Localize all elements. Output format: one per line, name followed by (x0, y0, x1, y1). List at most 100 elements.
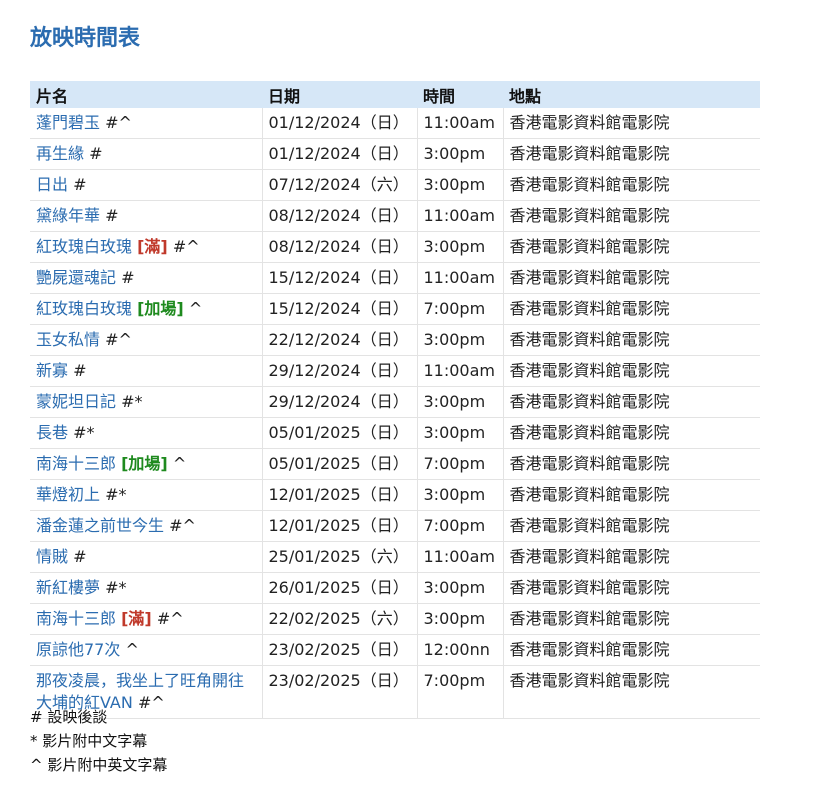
film-title-link[interactable]: 新寡 (36, 361, 68, 380)
cell-date: 12/01/2025（日） (261, 510, 417, 542)
cell-time: 3:00pm (416, 417, 503, 449)
table-row: 紅玫瑰白玫瑰 [加場] ^ 15/12/2024（日） 7:00pm 香港電影資料館電… (30, 293, 760, 325)
cell-time: 3:00pm (416, 138, 503, 170)
film-title-link[interactable]: 長巷 (36, 423, 68, 442)
cell-venue: 香港電影資料館電影院 (502, 293, 760, 325)
cell-film: 長巷 #* (30, 417, 262, 449)
cell-venue: 香港電影資料館電影院 (502, 603, 760, 635)
cell-date: 23/02/2025（日） (261, 634, 417, 666)
legend-notes: # 設映後談 * 影片附中文字幕 ^ 影片附中英文字幕 (30, 705, 167, 777)
cell-date: 22/12/2024（日） (261, 324, 417, 356)
film-title-link[interactable]: 南海十三郎 (36, 609, 116, 628)
cell-venue: 香港電影資料館電影院 (502, 262, 760, 294)
cell-date: 08/12/2024（日） (261, 200, 417, 232)
table-row: 再生緣 #01/12/2024（日） 3:00pm 香港電影資料館電影院 (30, 138, 760, 170)
cell-time: 11:00am (416, 262, 503, 294)
film-title-link[interactable]: 蒙妮坦日記 (36, 392, 116, 411)
cell-venue: 香港電影資料館電影院 (502, 324, 760, 356)
screening-symbols: #^ (105, 330, 132, 349)
cell-date: 01/12/2024（日） (261, 138, 417, 170)
cell-film: 紅玫瑰白玫瑰 [加場] ^ (30, 293, 262, 325)
cell-time: 3:00pm (416, 479, 503, 511)
screening-symbols: #* (121, 392, 143, 411)
cell-time: 3:00pm (416, 324, 503, 356)
cell-date: 01/12/2024（日） (261, 108, 417, 139)
cell-film: 蒙妮坦日記 #* (30, 386, 262, 418)
header-venue: 地點 (503, 81, 760, 108)
screening-symbols: #* (105, 485, 127, 504)
table-row: 黛綠年華 #08/12/2024（日） 11:00am 香港電影資料館電影院 (30, 200, 760, 232)
screening-symbols: # (105, 206, 119, 225)
table-row: 新紅樓夢 #* 26/01/2025（日） 3:00pm 香港電影資料館電影院 (30, 572, 760, 604)
sold-out-badge: [滿] (121, 609, 152, 628)
film-title-link[interactable]: 潘金蓮之前世今生 (36, 516, 164, 535)
film-title-link[interactable]: 再生緣 (36, 144, 84, 163)
film-title-link[interactable]: 華燈初上 (36, 485, 100, 504)
cell-film: 原諒他77次 ^ (30, 634, 262, 666)
film-title-link[interactable]: 南海十三郎 (36, 454, 116, 473)
cell-film: 南海十三郎 [滿] #^ (30, 603, 262, 635)
film-title-link[interactable]: 情賊 (36, 547, 68, 566)
cell-time: 3:00pm (416, 603, 503, 635)
screening-symbols: # (89, 144, 103, 163)
cell-time: 11:00am (416, 355, 503, 387)
table-row: 艷屍還魂記 #15/12/2024（日） 11:00am 香港電影資料館電影院 (30, 262, 760, 294)
cell-venue: 香港電影資料館電影院 (502, 200, 760, 232)
cell-date: 05/01/2025（日） (261, 417, 417, 449)
cell-film: 華燈初上 #* (30, 479, 262, 511)
cell-venue: 香港電影資料館電影院 (502, 448, 760, 480)
film-title-link[interactable]: 蓬門碧玉 (36, 113, 100, 132)
cell-film: 新寡 # (30, 355, 262, 387)
cell-time: 12:00nn (416, 634, 503, 666)
cell-date: 05/01/2025（日） (261, 448, 417, 480)
extra-screening-badge: [加場] (137, 299, 184, 318)
header-time: 時間 (417, 81, 503, 108)
note-chinese-subtitles: * 影片附中文字幕 (30, 732, 148, 750)
cell-venue: 香港電影資料館電影院 (502, 634, 760, 666)
table-row: 華燈初上 #* 12/01/2025（日） 3:00pm 香港電影資料館電影院 (30, 479, 760, 511)
cell-film: 蓬門碧玉 #^ (30, 108, 262, 139)
table-row: 蒙妮坦日記 #* 29/12/2024（日） 3:00pm 香港電影資料館電影院 (30, 386, 760, 418)
cell-time: 7:00pm (416, 293, 503, 325)
table-row: 紅玫瑰白玫瑰 [滿] #^ 08/12/2024（日） 3:00pm 香港電影資料館電… (30, 231, 760, 263)
cell-venue: 香港電影資料館電影院 (502, 386, 760, 418)
screening-symbols: ^ (172, 454, 187, 473)
film-title-link[interactable]: 原諒他77次 (36, 640, 120, 659)
screening-symbols: #* (105, 578, 127, 597)
cell-time: 3:00pm (416, 231, 503, 263)
film-title-link[interactable]: 黛綠年華 (36, 206, 100, 225)
screening-symbols: #* (73, 423, 95, 442)
cell-film: 潘金蓮之前世今生 #^ (30, 510, 262, 542)
cell-time: 11:00am (416, 108, 503, 139)
cell-film: 新紅樓夢 #* (30, 572, 262, 604)
film-title-link[interactable]: 新紅樓夢 (36, 578, 100, 597)
screening-schedule-table: 片名 日期 時間 地點 蓬門碧玉 #^ 01/12/2024（日） 11:00am 香… (30, 81, 760, 719)
cell-film: 黛綠年華 # (30, 200, 262, 232)
film-title-link[interactable]: 紅玫瑰白玫瑰 (36, 237, 132, 256)
cell-venue: 香港電影資料館電影院 (502, 169, 760, 201)
cell-date: 23/02/2025（日） (261, 665, 417, 719)
table-row: 情賊 #25/01/2025（六） 11:00am 香港電影資料館電影院 (30, 541, 760, 573)
cell-time: 3:00pm (416, 572, 503, 604)
table-row: 南海十三郎 [加場] ^ 05/01/2025（日） 7:00pm 香港電影資料館電影… (30, 448, 760, 480)
cell-time: 3:00pm (416, 169, 503, 201)
screening-symbols: # (73, 175, 87, 194)
cell-date: 25/01/2025（六） (261, 541, 417, 573)
film-title-link[interactable]: 日出 (36, 175, 68, 194)
film-title-link[interactable]: 艷屍還魂記 (36, 268, 116, 287)
film-title-link[interactable]: 玉女私情 (36, 330, 100, 349)
cell-time: 3:00pm (416, 386, 503, 418)
cell-time: 7:00pm (416, 665, 503, 719)
film-title-link[interactable]: 紅玫瑰白玫瑰 (36, 299, 132, 318)
cell-date: 15/12/2024（日） (261, 293, 417, 325)
cell-venue: 香港電影資料館電影院 (502, 231, 760, 263)
cell-time: 7:00pm (416, 510, 503, 542)
screening-symbols: ^ (188, 299, 203, 318)
note-bilingual-subtitles: ^ 影片附中英文字幕 (30, 756, 168, 774)
table-row: 潘金蓮之前世今生 #^ 12/01/2025（日） 7:00pm 香港電影資料館電影院 (30, 510, 760, 542)
cell-venue: 香港電影資料館電影院 (502, 572, 760, 604)
cell-date: 29/12/2024（日） (261, 386, 417, 418)
cell-venue: 香港電影資料館電影院 (502, 355, 760, 387)
cell-time: 11:00am (416, 541, 503, 573)
cell-date: 22/02/2025（六） (261, 603, 417, 635)
